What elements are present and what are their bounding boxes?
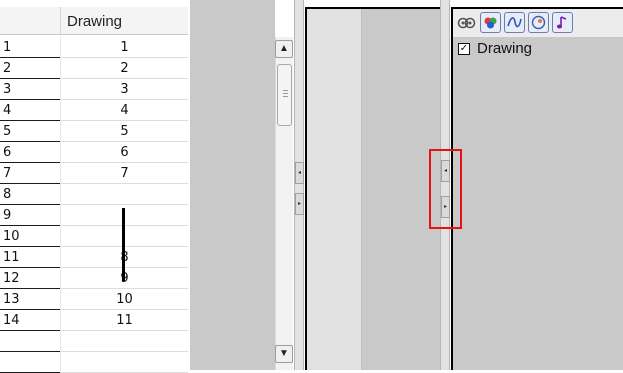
frame-number: 7	[0, 163, 60, 184]
frame-number: 1	[0, 37, 60, 58]
xsheet-row[interactable]: 4 4	[0, 100, 188, 121]
frame-number: 11	[0, 247, 60, 268]
xsheet-row[interactable]: 11 8	[0, 247, 188, 268]
middle-view-left-strip	[307, 9, 362, 370]
layer-visibility-checkbox[interactable]: ✓	[458, 43, 470, 55]
drawing-cell[interactable]: 2	[60, 58, 188, 79]
xsheet-row[interactable]: 9	[0, 205, 188, 226]
frame-number: 2	[0, 58, 60, 79]
layer-name: Drawing	[477, 40, 533, 57]
frame-number: 12	[0, 268, 60, 289]
frame-number: 6	[0, 142, 60, 163]
scroll-down-button[interactable]: ▼	[275, 345, 293, 363]
xsheet-row[interactable]: 12 9	[0, 268, 188, 289]
expand-right-icon[interactable]: ▸	[295, 193, 304, 215]
xsheet-row[interactable]: 7 7	[0, 163, 188, 184]
xsheet-row[interactable]: 10	[0, 226, 188, 247]
xsheet-row[interactable]: 1 1	[0, 37, 188, 58]
column-header-drawing[interactable]: Drawing	[60, 7, 188, 35]
drawing-cell[interactable]: 11	[60, 310, 188, 331]
scroll-up-button[interactable]: ▲	[275, 40, 293, 58]
layer-row-drawing[interactable]: ✓ Drawing	[453, 37, 623, 61]
frame-number: 3	[0, 79, 60, 100]
frame-number: 14	[0, 310, 60, 331]
color-palette-icon[interactable]	[480, 12, 501, 33]
drawing-cell[interactable]: 5	[60, 121, 188, 142]
grip-icon	[283, 90, 288, 99]
exposure-hold-line	[122, 208, 125, 281]
drawing-cell[interactable]: 6	[60, 142, 188, 163]
xsheet-row[interactable]: 13 10	[0, 289, 188, 310]
frame-number: 4	[0, 100, 60, 121]
frame-number: 10	[0, 226, 60, 247]
drawing-cell[interactable]: 3	[60, 79, 188, 100]
drawing-cell[interactable]: 7	[60, 163, 188, 184]
curve-icon[interactable]	[504, 12, 525, 33]
frame-number: 8	[0, 184, 60, 205]
frame-number-header	[0, 7, 60, 35]
xsheet-row[interactable]: 14 11	[0, 310, 188, 331]
drawing-cell[interactable]	[60, 184, 188, 205]
xsheet-row[interactable]: 6 6	[0, 142, 188, 163]
drawing-cell[interactable]: 4	[60, 100, 188, 121]
drawing-cell[interactable]: 1	[60, 37, 188, 58]
onion-skin-icon[interactable]	[456, 12, 478, 33]
drawing-cell[interactable]: 10	[60, 289, 188, 310]
xsheet-row[interactable]: 2 2	[0, 58, 188, 79]
paint-icon[interactable]	[528, 12, 549, 33]
frame-number: 13	[0, 289, 60, 310]
drawing-cell[interactable]	[60, 331, 188, 352]
collapse-left-icon[interactable]: ◂	[295, 162, 304, 184]
frame-number	[0, 331, 60, 352]
xsheet-row[interactable]: 8	[0, 184, 188, 205]
highlight-box	[429, 149, 462, 229]
xsheet-row[interactable]	[0, 331, 188, 352]
frame-number: 9	[0, 205, 60, 226]
layer-panel	[451, 7, 623, 370]
xsheet-row[interactable]: 5 5	[0, 121, 188, 142]
empty-column-area	[190, 0, 275, 370]
left-splitter[interactable]	[294, 0, 304, 370]
xsheet-row[interactable]: 3 3	[0, 79, 188, 100]
frame-number: 5	[0, 121, 60, 142]
sound-note-icon[interactable]	[552, 12, 573, 33]
